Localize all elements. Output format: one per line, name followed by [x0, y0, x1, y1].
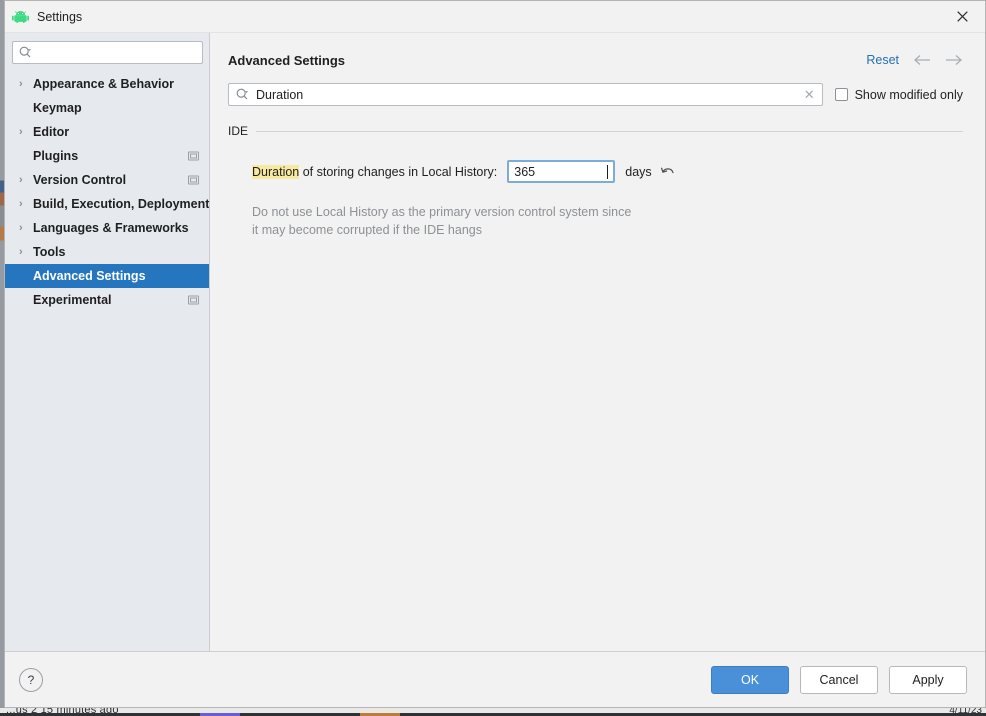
- chevron-right-icon[interactable]: ›: [19, 78, 33, 90]
- duration-unit-label: days: [625, 164, 652, 179]
- setting-hint-line2: it may become corrupted if the IDE hangs: [252, 223, 482, 237]
- chevron-right-icon[interactable]: ›: [19, 174, 33, 186]
- arrow-right-icon[interactable]: [945, 54, 963, 66]
- checkbox-box[interactable]: [834, 88, 848, 101]
- search-icon: [236, 88, 249, 101]
- chevron-right-icon[interactable]: ›: [19, 126, 33, 138]
- settings-sidebar: › Appearance & Behavior › Keymap › Edito…: [5, 33, 210, 651]
- settings-search-input[interactable]: [256, 87, 800, 102]
- show-modified-only-checkbox[interactable]: Show modified only: [834, 87, 963, 102]
- text-caret: [607, 164, 609, 179]
- settings-group-ide: IDE Duration of storing changes in Local…: [210, 106, 985, 239]
- sidebar-item-label: Tools: [33, 245, 66, 259]
- sidebar-item-label: Keymap: [33, 101, 82, 115]
- close-icon[interactable]: [939, 1, 985, 31]
- sidebar-item-label: Build, Execution, Deployment: [33, 197, 209, 211]
- sidebar-item-plugins[interactable]: › Plugins: [5, 144, 209, 168]
- sidebar-item-label: Experimental: [33, 293, 112, 307]
- sidebar-search-container: [5, 33, 209, 70]
- main-header: Advanced Settings Reset: [210, 33, 985, 73]
- settings-main-panel: Advanced Settings Reset Duration ✕ Show …: [210, 33, 985, 651]
- android-logo-icon: [11, 8, 29, 26]
- dialog-body: › Appearance & Behavior › Keymap › Edito…: [5, 33, 985, 652]
- settings-dialog: Settings › Appearance & Behavior Keymap …: [4, 0, 986, 708]
- chevron-right-icon[interactable]: ›: [19, 198, 33, 210]
- footer-buttons: OK Cancel Apply: [711, 665, 967, 694]
- sidebar-item-tools[interactable]: › Tools: [5, 240, 209, 264]
- sidebar-item-label: Appearance & Behavior: [33, 77, 175, 91]
- reset-button[interactable]: Reset: [866, 53, 899, 67]
- sidebar-item-version-control[interactable]: › Version Control: [5, 168, 209, 192]
- group-header: IDE: [228, 124, 963, 138]
- sidebar-item-advanced-settings[interactable]: › Advanced Settings: [5, 264, 209, 288]
- panel-badge-icon: [188, 295, 199, 305]
- help-button[interactable]: ?: [19, 667, 43, 692]
- cancel-button[interactable]: Cancel: [800, 665, 878, 694]
- title-bar: Settings: [5, 1, 985, 33]
- sidebar-item-keymap[interactable]: › Keymap: [5, 96, 209, 120]
- header-actions: Reset: [866, 53, 963, 67]
- sidebar-item-languages-frameworks[interactable]: › Languages & Frameworks: [5, 216, 209, 240]
- page-title: Advanced Settings: [228, 52, 346, 68]
- sidebar-item-label: Plugins: [33, 149, 79, 163]
- setting-hint-line1: Do not use Local History as the primary …: [252, 205, 632, 219]
- group-title: IDE: [228, 124, 249, 138]
- chevron-right-icon[interactable]: ›: [19, 222, 33, 234]
- setting-label-rest: of storing changes in Local History:: [299, 164, 498, 179]
- sidebar-search-box[interactable]: [12, 41, 203, 64]
- group-divider: [256, 130, 963, 132]
- settings-search-row: ✕ Show modified only: [210, 73, 985, 106]
- window-title: Settings: [37, 9, 83, 24]
- sidebar-item-editor[interactable]: › Editor: [5, 120, 209, 144]
- sidebar-item-label: Languages & Frameworks: [33, 221, 189, 235]
- panel-badge-icon: [188, 175, 199, 185]
- revert-icon[interactable]: [660, 166, 675, 178]
- ok-button[interactable]: OK: [711, 665, 789, 694]
- search-match-highlight: Duration: [252, 164, 300, 179]
- sidebar-item-label: Editor: [33, 125, 70, 139]
- sidebar-item-appearance-behavior[interactable]: › Appearance & Behavior: [5, 72, 209, 96]
- dialog-footer: ? OK Cancel Apply: [5, 652, 985, 707]
- sidebar-item-label: Version Control: [33, 173, 127, 187]
- sidebar-item-build-execution-deployment[interactable]: › Build, Execution, Deployment: [5, 192, 209, 216]
- checkbox-label: Show modified only: [854, 87, 963, 102]
- settings-tree: › Appearance & Behavior › Keymap › Edito…: [5, 70, 209, 651]
- setting-hint: Do not use Local History as the primary …: [252, 203, 672, 239]
- sidebar-item-experimental[interactable]: › Experimental: [5, 288, 209, 312]
- chevron-right-icon[interactable]: ›: [19, 246, 33, 258]
- clear-icon[interactable]: ✕: [800, 88, 815, 101]
- setting-label: Duration of storing changes in Local His…: [252, 164, 498, 179]
- duration-input-field[interactable]: [507, 160, 616, 183]
- settings-search-box[interactable]: ✕: [228, 83, 823, 106]
- sidebar-item-label: Advanced Settings: [33, 269, 146, 283]
- panel-badge-icon: [188, 151, 199, 161]
- duration-input[interactable]: [514, 164, 609, 179]
- arrow-left-icon[interactable]: [913, 54, 931, 66]
- apply-button[interactable]: Apply: [889, 665, 967, 694]
- setting-row-local-history-duration: Duration of storing changes in Local His…: [252, 160, 963, 183]
- sidebar-search-input[interactable]: [37, 45, 196, 60]
- search-icon: [19, 46, 32, 59]
